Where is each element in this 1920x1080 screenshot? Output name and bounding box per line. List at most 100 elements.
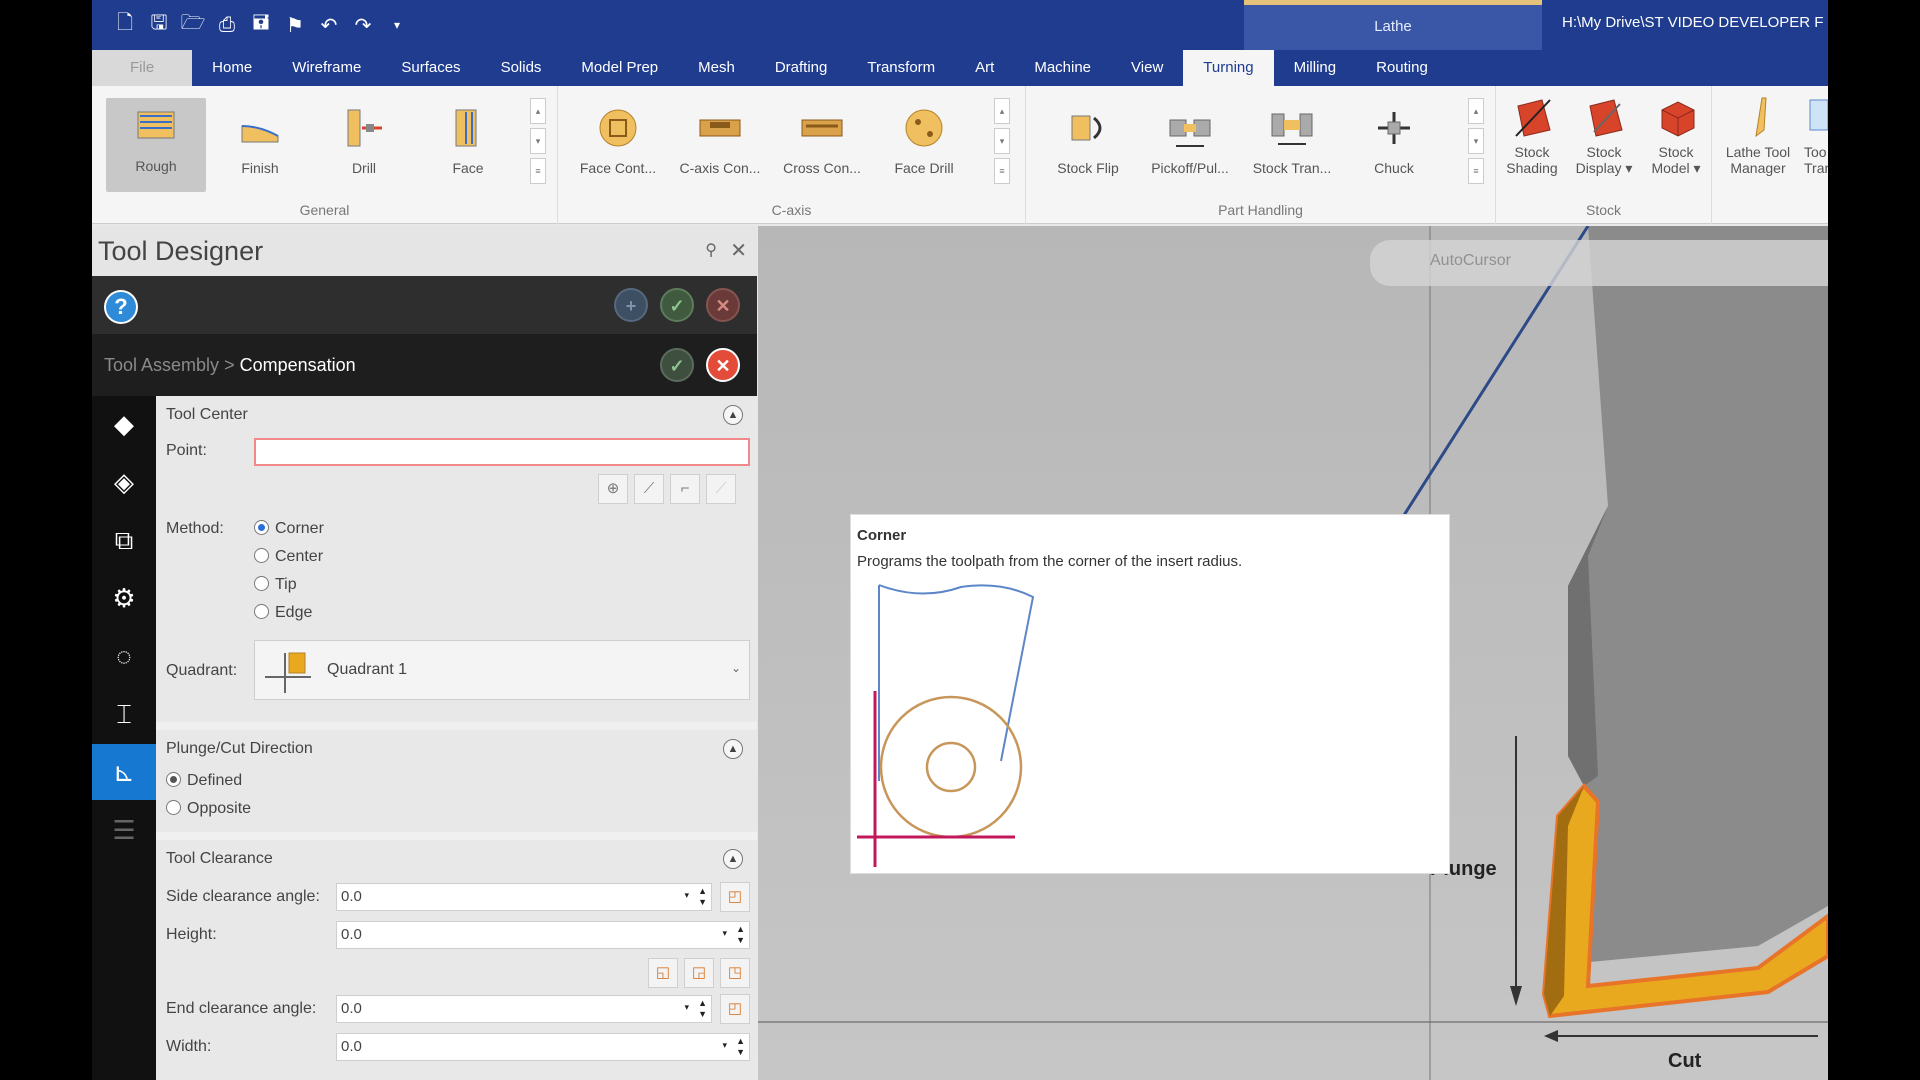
redo-icon[interactable]: ↷ bbox=[350, 13, 376, 38]
stock-model-button[interactable]: Stock Model ▾ bbox=[1640, 96, 1712, 186]
tab-transform[interactable]: Transform bbox=[847, 50, 955, 86]
tab-wireframe[interactable]: Wireframe bbox=[272, 50, 381, 86]
select-point-icon[interactable]: ⊕ bbox=[598, 474, 628, 504]
page-cancel-icon[interactable]: ✕ bbox=[706, 348, 740, 382]
general-gallery-scroll[interactable]: ▴ ▾ ≡ bbox=[530, 98, 546, 184]
cancel-icon[interactable]: ✕ bbox=[706, 288, 740, 322]
width-input[interactable]: 0.0 ▾ ▲ ▼ bbox=[336, 1033, 750, 1061]
compensation-icon[interactable]: ⊾ bbox=[92, 744, 156, 800]
tab-file[interactable]: File bbox=[92, 50, 193, 86]
open-folder-icon[interactable]: 🗁 bbox=[180, 8, 206, 42]
close-icon[interactable]: ✕ bbox=[730, 226, 747, 276]
spinner-icon[interactable]: ▲ ▼ bbox=[736, 1036, 745, 1058]
height-pick-1-icon[interactable]: ◱ bbox=[648, 958, 678, 988]
tool-transform-icon bbox=[1809, 99, 1828, 131]
properties-icon[interactable]: ☰ bbox=[92, 802, 156, 858]
collapse-tool-clearance-icon[interactable]: ▲ bbox=[723, 849, 743, 869]
customize-toolbar-icon[interactable]: ▾ bbox=[384, 18, 410, 32]
page-ok-icon[interactable]: ✓ bbox=[660, 348, 694, 382]
height-input[interactable]: 0.0 ▾ ▲ ▼ bbox=[336, 921, 750, 949]
point-input[interactable] bbox=[254, 438, 750, 466]
tab-solids[interactable]: Solids bbox=[481, 50, 562, 86]
stock-transfer-button[interactable]: Stock Tran... bbox=[1242, 100, 1342, 190]
height-pick-3-icon[interactable]: ◳ bbox=[720, 958, 750, 988]
end-clearance-input[interactable]: 0.0 ▾ ▲ ▼ bbox=[336, 995, 712, 1023]
undo-icon[interactable]: ↶ bbox=[316, 13, 342, 38]
dropdown-arrow-icon[interactable]: ▾ bbox=[722, 1040, 727, 1051]
lathe-tool-manager-button[interactable]: Lathe Tool Manager bbox=[1712, 96, 1804, 186]
pin-icon[interactable]: ⚲ bbox=[705, 226, 717, 276]
drill-button[interactable]: Drill bbox=[314, 100, 414, 190]
tool-station-icon[interactable]: ⌶ bbox=[92, 686, 156, 742]
part-handling-gallery-scroll[interactable]: ▴ ▾ ≡ bbox=[1468, 98, 1484, 184]
autocursor-toolbar[interactable]: AutoCursor bbox=[1370, 240, 1828, 286]
clear-point-icon[interactable]: ⟋ bbox=[706, 474, 736, 504]
rough-button[interactable]: Rough bbox=[106, 98, 206, 192]
face-button[interactable]: Face bbox=[418, 100, 518, 190]
finish-button[interactable]: Finish bbox=[210, 100, 310, 190]
holder-icon[interactable]: ◈ bbox=[92, 454, 156, 510]
method-edge-radio[interactable]: Edge bbox=[254, 604, 312, 622]
spinner-icon[interactable]: ▲ ▼ bbox=[736, 924, 745, 946]
tab-art[interactable]: Art bbox=[955, 50, 1014, 86]
dropdown-arrow-icon[interactable]: ▾ bbox=[684, 890, 689, 901]
tab-model-prep[interactable]: Model Prep bbox=[561, 50, 678, 86]
side-clearance-input[interactable]: 0.0 ▾ ▲ ▼ bbox=[336, 883, 712, 911]
pickoff-pull-button[interactable]: Pickoff/Pul... bbox=[1140, 100, 1240, 190]
c-axis-gallery-scroll[interactable]: ▴ ▾ ≡ bbox=[994, 98, 1010, 184]
save-all-icon[interactable]: 🖬 bbox=[248, 8, 274, 42]
face-contour-button[interactable]: Face Cont... bbox=[568, 100, 668, 190]
direction-defined-radio[interactable]: Defined bbox=[166, 772, 242, 790]
assembly-icon[interactable]: ⧉ bbox=[92, 512, 156, 568]
stock-shading-button[interactable]: Stock Shading bbox=[1496, 96, 1568, 186]
spinner-icon[interactable]: ▲ ▼ bbox=[698, 998, 707, 1020]
tab-home[interactable]: Home bbox=[192, 50, 272, 86]
method-tip-radio[interactable]: Tip bbox=[254, 576, 297, 594]
stock-display-button[interactable]: Stock Display ▾ bbox=[1568, 96, 1640, 186]
tab-routing[interactable]: Routing bbox=[1356, 50, 1448, 86]
help-icon[interactable]: ? bbox=[104, 290, 138, 324]
method-center-radio[interactable]: Center bbox=[254, 548, 323, 566]
tab-turning[interactable]: Turning bbox=[1183, 50, 1274, 86]
tab-surfaces[interactable]: Surfaces bbox=[381, 50, 480, 86]
tool-transform-button[interactable]: Too Tran bbox=[1804, 96, 1828, 186]
dropdown-arrow-icon[interactable]: ▾ bbox=[684, 1002, 689, 1013]
save-icon[interactable]: 🖫 bbox=[146, 8, 172, 42]
dropdown-arrow-icon[interactable]: ▾ bbox=[722, 928, 727, 939]
spinner-icon[interactable]: ▲ ▼ bbox=[698, 886, 707, 908]
c-axis-contour-button[interactable]: C-axis Con... bbox=[670, 100, 770, 190]
end-angle-select-icon[interactable]: ◰ bbox=[720, 994, 750, 1024]
panel-title: Tool Designer bbox=[98, 236, 264, 266]
bookmark-icon[interactable]: ⚑ bbox=[282, 13, 308, 38]
stock-flip-button[interactable]: Stock Flip bbox=[1038, 100, 1138, 190]
quadrant-select[interactable]: Quadrant 1 ⌄ bbox=[254, 640, 750, 700]
breadcrumb-parent[interactable]: Tool Assembly bbox=[104, 355, 219, 375]
tab-view[interactable]: View bbox=[1111, 50, 1183, 86]
method-corner-radio[interactable]: Corner bbox=[254, 520, 324, 538]
chuck-button[interactable]: Chuck bbox=[1344, 100, 1444, 190]
new-file-icon[interactable]: 🗋 bbox=[112, 8, 138, 42]
insert-icon[interactable]: ◆ bbox=[92, 396, 156, 452]
print-icon[interactable]: ⎙ bbox=[214, 14, 240, 37]
height-label: Height: bbox=[166, 926, 217, 943]
collapse-tool-center-icon[interactable]: ▲ bbox=[723, 405, 743, 425]
rotation-icon[interactable]: ◌ bbox=[92, 628, 156, 684]
tab-machine[interactable]: Machine bbox=[1014, 50, 1111, 86]
pick-edge-icon[interactable]: ⟋ bbox=[634, 474, 664, 504]
group-part-handling: Stock Flip Pickoff/Pul... Stock Tran... … bbox=[1026, 86, 1496, 224]
height-pick-2-icon[interactable]: ◲ bbox=[684, 958, 714, 988]
tab-mesh[interactable]: Mesh bbox=[678, 50, 755, 86]
settings-gear-icon[interactable]: ⚙ bbox=[92, 570, 156, 626]
panel-toolbar: ? + ✓ ✕ bbox=[92, 276, 757, 334]
autocursor-label[interactable]: AutoCursor bbox=[1430, 252, 1511, 270]
side-angle-select-icon[interactable]: ◰ bbox=[720, 882, 750, 912]
ok-icon[interactable]: ✓ bbox=[660, 288, 694, 322]
tab-drafting[interactable]: Drafting bbox=[755, 50, 848, 86]
direction-opposite-radio[interactable]: Opposite bbox=[166, 800, 251, 818]
collapse-plunge-cut-icon[interactable]: ▲ bbox=[723, 739, 743, 759]
face-drill-button[interactable]: Face Drill bbox=[874, 100, 974, 190]
tab-milling[interactable]: Milling bbox=[1274, 50, 1357, 86]
ok-and-create-icon[interactable]: + bbox=[614, 288, 648, 322]
cross-contour-button[interactable]: Cross Con... bbox=[772, 100, 872, 190]
pick-corner-icon[interactable]: ⌐ bbox=[670, 474, 700, 504]
